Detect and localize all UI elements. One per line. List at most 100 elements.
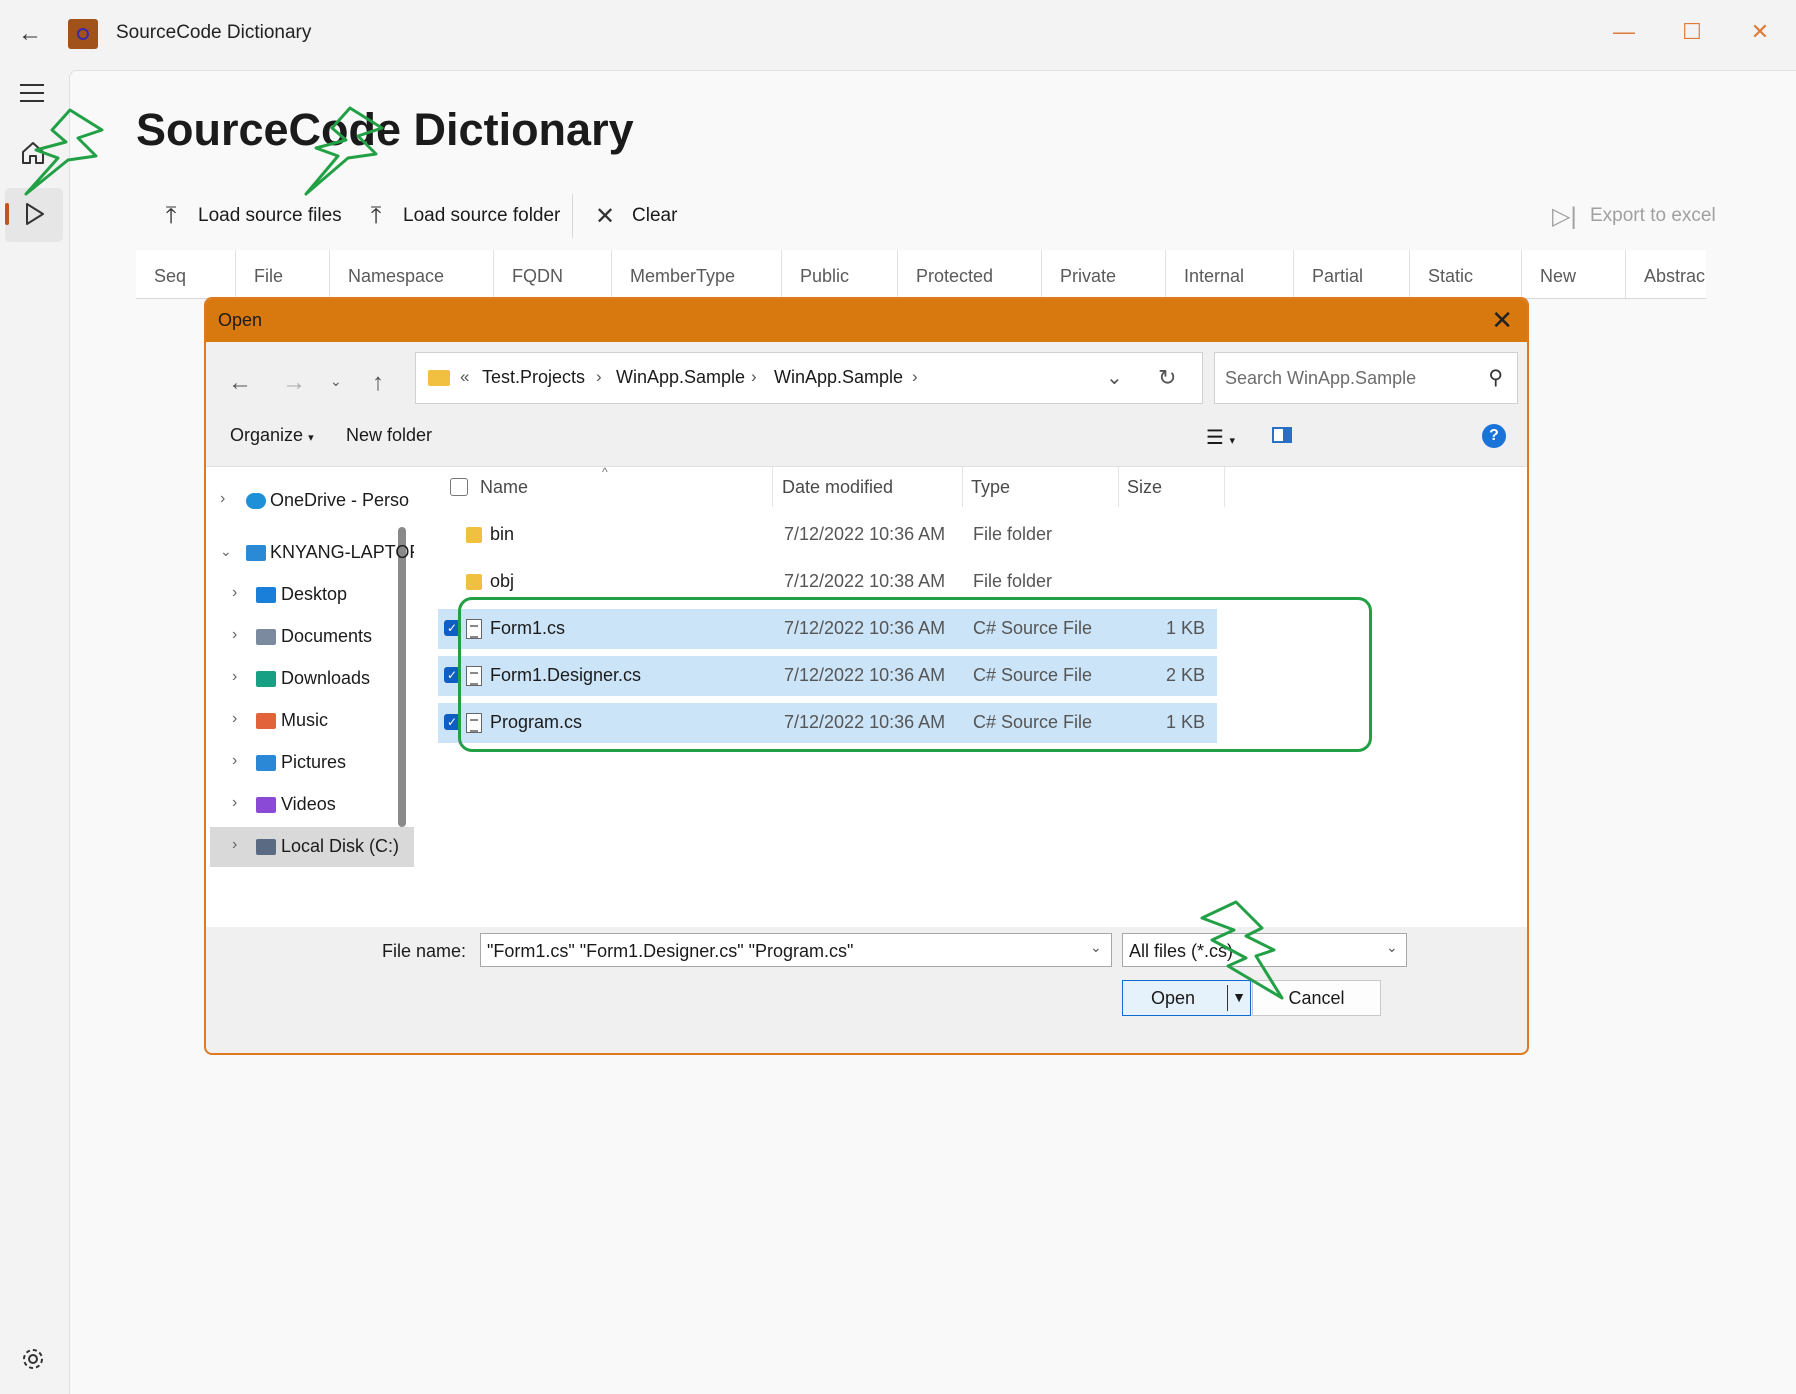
search-icon: ⚲: [1488, 367, 1503, 389]
column-header-membertype[interactable]: MemberType: [612, 250, 782, 298]
column-header-new[interactable]: New: [1522, 250, 1626, 298]
tree-item-videos[interactable]: › Videos: [206, 785, 411, 825]
navigation-pane: › OneDrive - Perso ⌄ KNYANG-LAPTOF › Des…: [206, 467, 420, 927]
videos-icon: [256, 797, 276, 813]
column-header-name[interactable]: Name: [480, 477, 528, 498]
organize-menu[interactable]: Organize ▾: [230, 425, 314, 446]
file-row-bin[interactable]: bin 7/12/2022 10:36 AM File folder: [438, 515, 1217, 555]
chevron-right-icon: ›: [232, 752, 238, 769]
disk-icon: [256, 839, 276, 855]
column-header-private[interactable]: Private: [1042, 250, 1166, 298]
sort-ascending-icon: ^: [602, 465, 608, 479]
maximize-button[interactable]: ☐: [1672, 14, 1712, 50]
chevron-right-icon: ›: [232, 626, 238, 643]
column-divider: [1224, 467, 1225, 507]
address-bar[interactable]: « Test.Projects › WinApp.Sample › WinApp…: [415, 352, 1203, 404]
breadcrumb-separator-icon: ›: [912, 367, 918, 386]
chevron-right-icon: ›: [232, 710, 238, 727]
file-name: obj: [490, 571, 515, 591]
file-row-obj[interactable]: obj 7/12/2022 10:38 AM File folder: [438, 562, 1217, 602]
up-arrow-icon[interactable]: ↑: [372, 369, 384, 397]
file-name: bin: [490, 524, 515, 544]
new-folder-button[interactable]: New folder: [346, 425, 432, 446]
chevron-right-icon: ›: [220, 490, 226, 507]
nav-selection-indicator: [5, 203, 9, 225]
preview-pane-icon[interactable]: [1272, 427, 1292, 443]
computer-icon: [246, 545, 266, 561]
load-source-files-label: Load source files: [198, 205, 342, 226]
load-source-files-button[interactable]: ⤒ Load source files: [160, 198, 342, 234]
tree-item-label: Pictures: [281, 752, 347, 772]
chevron-down-icon[interactable]: ⌄: [1090, 939, 1102, 956]
file-type: File folder: [973, 524, 1053, 544]
folder-icon: [466, 527, 482, 543]
pictures-icon: [256, 755, 276, 771]
lightning-bolt-icon: [24, 108, 104, 196]
chevron-down-icon[interactable]: ⌄: [1386, 939, 1398, 956]
tree-item-onedrive[interactable]: › OneDrive - Perso: [206, 481, 411, 521]
back-arrow-icon[interactable]: ←: [228, 369, 252, 397]
column-header-date-modified[interactable]: Date modified: [782, 477, 893, 498]
tree-item-computer[interactable]: ⌄ KNYANG-LAPTOF: [206, 533, 420, 573]
organize-label: Organize: [230, 425, 304, 445]
select-all-checkbox[interactable]: [450, 478, 468, 496]
close-button[interactable]: ✕: [1740, 14, 1780, 50]
clear-button[interactable]: ✕ Clear: [594, 198, 677, 234]
tree-item-label: Videos: [281, 794, 336, 814]
tree-item-music[interactable]: › Music: [206, 701, 411, 741]
command-separator: [572, 194, 573, 238]
menu-icon[interactable]: [20, 84, 44, 108]
refresh-icon[interactable]: ↻: [1158, 365, 1176, 391]
view-options-icon[interactable]: ☰ ▾: [1206, 425, 1235, 450]
load-source-folder-button[interactable]: ⤒ Load source folder: [365, 198, 561, 234]
breadcrumb-item[interactable]: WinApp.Sample: [774, 367, 903, 388]
cloud-icon: [246, 493, 266, 509]
minimize-button[interactable]: —: [1604, 14, 1644, 50]
tree-item-label: Music: [281, 710, 329, 730]
breadcrumb-item[interactable]: Test.Projects: [482, 367, 585, 388]
app-icon: [68, 19, 98, 49]
search-input[interactable]: Search WinApp.Sample ⚲: [1214, 352, 1518, 404]
search-placeholder: Search WinApp.Sample: [1225, 368, 1417, 388]
chevron-right-icon: ›: [232, 584, 238, 601]
column-header-file[interactable]: File: [236, 250, 330, 298]
column-header-type[interactable]: Type: [971, 477, 1010, 498]
documents-icon: [256, 629, 276, 645]
column-header-size[interactable]: Size: [1127, 477, 1162, 498]
selection-highlight-annotation: [458, 597, 1372, 752]
music-icon: [256, 713, 276, 729]
upload-icon: ⤒: [165, 202, 177, 229]
open-label: Open: [1151, 988, 1196, 1008]
gear-icon[interactable]: [20, 1346, 46, 1372]
column-header-seq[interactable]: Seq: [136, 250, 236, 298]
tree-item-pictures[interactable]: › Pictures: [206, 743, 411, 783]
skip-forward-icon: ▷|: [1552, 202, 1577, 230]
tree-item-label: Local Disk (C:): [281, 836, 400, 856]
tree-item-documents[interactable]: › Documents: [206, 617, 411, 657]
folder-icon: [466, 574, 482, 590]
column-header-fqdn[interactable]: FQDN: [494, 250, 612, 298]
chevron-down-icon: ⌄: [220, 543, 232, 559]
overflow-chevron-icon: «: [460, 367, 470, 386]
breadcrumb-item[interactable]: WinApp.Sample: [616, 367, 745, 388]
column-header-namespace[interactable]: Namespace: [330, 250, 494, 298]
column-header-partial[interactable]: Partial: [1294, 250, 1410, 298]
column-header-abstract[interactable]: Abstrac: [1626, 250, 1706, 298]
recent-locations-chevron-icon[interactable]: ⌄: [330, 373, 342, 390]
back-button[interactable]: ←: [18, 22, 46, 46]
column-header-static[interactable]: Static: [1410, 250, 1522, 298]
column-header-public[interactable]: Public: [782, 250, 898, 298]
chevron-down-icon[interactable]: ⌄: [1106, 365, 1123, 390]
load-source-folder-label: Load source folder: [403, 205, 561, 226]
column-header-internal[interactable]: Internal: [1166, 250, 1294, 298]
folder-icon: [428, 370, 450, 386]
tree-item-local-disk[interactable]: › Local Disk (C:): [210, 827, 415, 867]
help-icon[interactable]: ?: [1482, 424, 1506, 448]
dialog-close-icon[interactable]: ✕: [1491, 305, 1513, 336]
tree-item-desktop[interactable]: › Desktop: [206, 575, 411, 615]
forward-arrow-icon[interactable]: →: [282, 369, 306, 397]
column-header-protected[interactable]: Protected: [898, 250, 1042, 298]
file-name-input[interactable]: "Form1.cs" "Form1.Designer.cs" "Program.…: [480, 933, 1112, 967]
export-to-excel-button[interactable]: ▷| Export to excel: [1552, 198, 1716, 234]
tree-item-downloads[interactable]: › Downloads: [206, 659, 411, 699]
